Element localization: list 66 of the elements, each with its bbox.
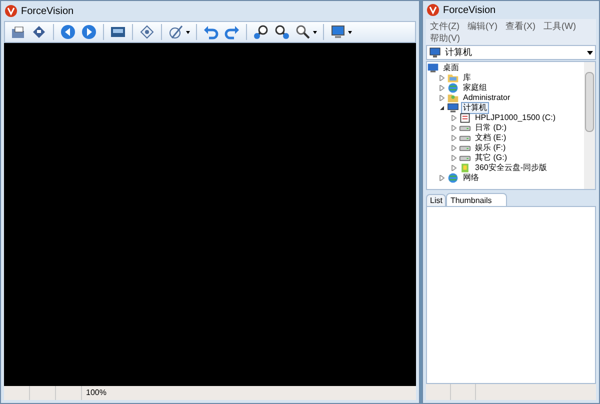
tree-item[interactable]: 360安全云盘-同步版 bbox=[473, 162, 550, 174]
expand-arrow-icon[interactable] bbox=[439, 95, 445, 101]
app-logo-icon bbox=[5, 5, 17, 17]
user-folder-icon bbox=[447, 92, 459, 104]
redo-icon bbox=[224, 24, 240, 40]
open-folder-icon bbox=[10, 24, 26, 40]
tree-item[interactable]: 其它 (G:) bbox=[473, 152, 509, 164]
tree-item[interactable]: 网络 bbox=[461, 172, 481, 184]
app-logo-icon bbox=[427, 4, 439, 16]
tree-item[interactable]: 日常 (D:) bbox=[473, 122, 509, 134]
zoom-out-button[interactable] bbox=[273, 23, 291, 41]
menu-item[interactable]: 查看(X) bbox=[506, 20, 536, 32]
menu-item[interactable]: 帮助(V) bbox=[430, 32, 460, 44]
expand-arrow-icon[interactable] bbox=[439, 175, 445, 181]
menu-item[interactable]: 工具(W) bbox=[544, 20, 576, 32]
computer-icon bbox=[447, 102, 459, 114]
window-title: ForceVision bbox=[443, 4, 496, 18]
computer-icon bbox=[429, 47, 441, 58]
monitor-button[interactable] bbox=[329, 23, 353, 41]
back-arrow-button[interactable] bbox=[59, 23, 77, 41]
image-icon bbox=[110, 24, 126, 40]
forward-arrow-button[interactable] bbox=[80, 23, 98, 41]
search-icon bbox=[295, 24, 311, 40]
zoom-out-icon bbox=[274, 24, 290, 40]
expand-arrow-icon[interactable] bbox=[451, 155, 457, 161]
tab[interactable]: Thumbnails bbox=[446, 193, 507, 206]
window-title: ForceVision bbox=[21, 4, 74, 18]
scrollbar[interactable] bbox=[584, 62, 595, 189]
tab[interactable]: List bbox=[426, 194, 446, 206]
menu-item[interactable]: 文件(Z) bbox=[430, 20, 460, 32]
expand-arrow-icon[interactable] bbox=[451, 125, 457, 131]
tree-item[interactable]: 文档 (E:) bbox=[473, 132, 508, 144]
zoom-in-button[interactable] bbox=[252, 23, 270, 41]
expand-arrow-icon[interactable] bbox=[439, 75, 445, 81]
tree-item[interactable]: Administrator bbox=[461, 92, 512, 104]
expand-arrow-icon[interactable] bbox=[451, 115, 457, 121]
dropdown-arrow-icon[interactable] bbox=[348, 30, 352, 34]
tree-item[interactable]: 桌面 bbox=[441, 62, 461, 74]
folder-icon bbox=[447, 72, 459, 84]
expand-arrow-icon[interactable] bbox=[439, 85, 445, 91]
location-dropdown[interactable]: 计算机 bbox=[426, 45, 596, 60]
desktop-icon bbox=[427, 62, 439, 74]
monitor-icon bbox=[330, 24, 346, 40]
expand-arrow-icon[interactable] bbox=[451, 145, 457, 151]
tree-item[interactable]: 娱乐 (F:) bbox=[473, 142, 508, 154]
undo-icon bbox=[203, 24, 219, 40]
expand-arrow-icon[interactable] bbox=[451, 135, 457, 141]
tree-item[interactable]: HPLJP1000_1500 (C:) bbox=[473, 112, 558, 124]
search-button[interactable] bbox=[294, 23, 318, 41]
location-text: 计算机 bbox=[445, 46, 473, 59]
dropdown-arrow-icon bbox=[587, 50, 593, 54]
zoom-in-icon bbox=[253, 24, 269, 40]
globe-icon bbox=[447, 82, 459, 94]
globe-icon bbox=[447, 172, 459, 184]
tree-item[interactable]: 家庭组 bbox=[461, 82, 489, 94]
printer-icon bbox=[459, 112, 471, 124]
dropdown-arrow-icon[interactable] bbox=[313, 30, 317, 34]
collapse-arrow-icon[interactable] bbox=[439, 105, 445, 111]
zoom-level: 100% bbox=[85, 387, 108, 399]
menu-item[interactable]: 编辑(Y) bbox=[468, 20, 498, 32]
expand-arrow-icon[interactable] bbox=[451, 165, 457, 171]
dropdown-arrow-icon[interactable] bbox=[186, 30, 190, 34]
tree-item[interactable]: 计算机 bbox=[461, 102, 489, 114]
tree-item[interactable]: 库 bbox=[461, 72, 473, 84]
cloud-folder-icon bbox=[459, 162, 471, 174]
redo-button[interactable] bbox=[223, 23, 241, 41]
